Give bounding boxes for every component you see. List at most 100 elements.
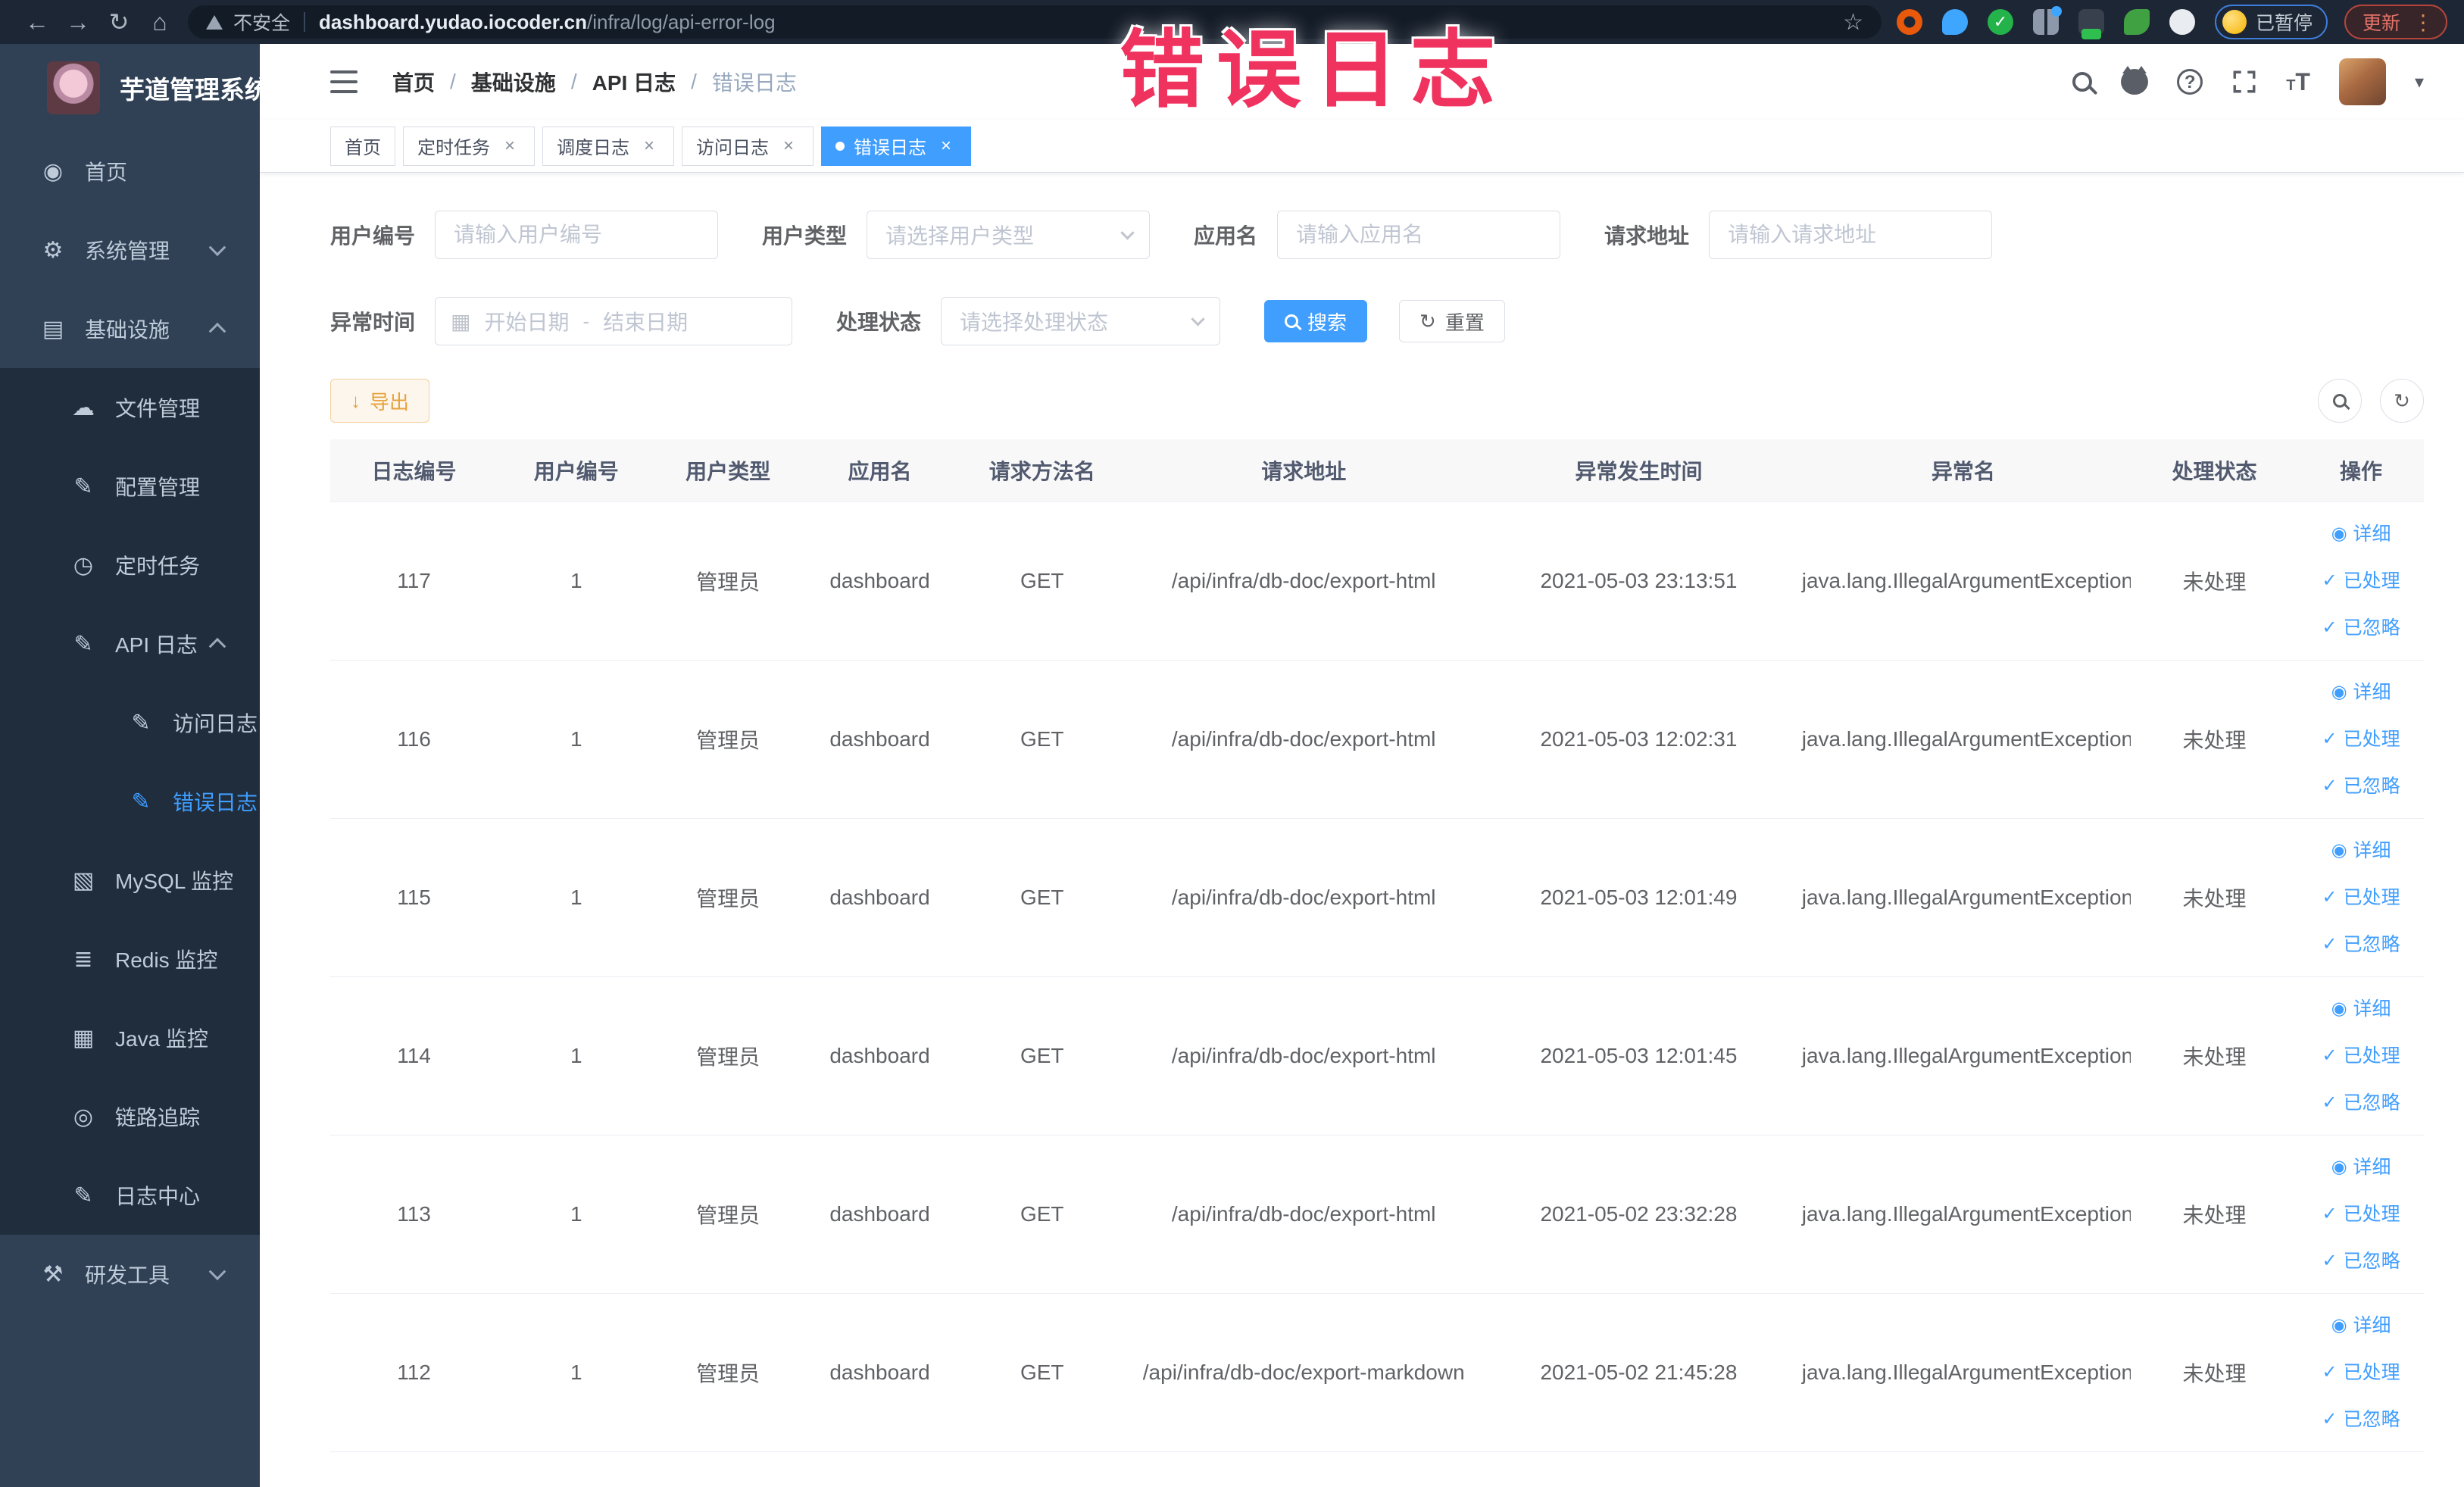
sidebar-item[interactable]: ▤ 基础设施	[0, 289, 260, 368]
tab-active[interactable]: 错误日志 ×	[821, 126, 971, 166]
extension-icon[interactable]: ✓	[1987, 9, 2013, 35]
action-link[interactable]: ✓ 已忽略	[2304, 921, 2418, 968]
sidebar-item[interactable]: ✎ 日志中心	[0, 1156, 260, 1235]
sidebar-logo[interactable]: 芋道管理系统	[0, 44, 260, 132]
date-range-picker[interactable]: ▦ 开始日期 - 结束日期	[435, 297, 793, 345]
extension-icon[interactable]	[2123, 9, 2150, 35]
action-link[interactable]: ✓ 已处理	[2304, 1349, 2418, 1396]
profile-paused-badge[interactable]: 已暂停	[2214, 5, 2328, 39]
action-link[interactable]: ✓ 已忽略	[2304, 1238, 2418, 1285]
tab-item[interactable]: 调度日志 ×	[542, 126, 674, 166]
action-label: 已忽略	[2343, 1092, 2400, 1114]
refresh-table-button[interactable]: ↻	[2380, 379, 2424, 423]
browser-menu-icon[interactable]: ⋮	[2412, 10, 2434, 35]
sidebar-item[interactable]: ⚒ 研发工具	[0, 1235, 260, 1314]
sidebar-item[interactable]: ◎ 链路追踪	[0, 1077, 260, 1156]
search-icon[interactable]	[2072, 72, 2093, 92]
filter-row: 用户编号 用户类型 请选择用户类型 应用名 请求地址	[330, 211, 2424, 259]
sidebar-item[interactable]: ▧ MySQL 监控	[0, 841, 260, 920]
fullscreen-icon[interactable]	[2231, 69, 2257, 95]
action-link[interactable]: ✓ 已处理	[2304, 874, 2418, 921]
extension-icon[interactable]	[1896, 9, 1922, 35]
action-link[interactable]: ◉ 详细	[2304, 1144, 2418, 1191]
action-link[interactable]: ◉ 详细	[2304, 669, 2418, 716]
extensions-puzzle-icon[interactable]	[2169, 9, 2195, 35]
sidebar-item-label: 首页	[85, 161, 128, 184]
sidebar-item[interactable]: ◉ 首页	[0, 132, 260, 211]
back-icon[interactable]: ←	[17, 8, 58, 36]
download-icon: ↓	[351, 389, 361, 412]
extension-icon[interactable]	[2078, 9, 2104, 39]
help-icon[interactable]: ?	[2177, 69, 2203, 95]
paused-label: 已暂停	[2255, 13, 2313, 34]
cell-user-id: 1	[498, 976, 655, 1136]
search-button[interactable]: 搜索	[1264, 300, 1368, 342]
github-icon[interactable]	[2121, 66, 2149, 95]
bookmark-star-icon[interactable]: ☆	[1843, 9, 1863, 36]
user-type-select[interactable]: 请选择用户类型	[867, 211, 1151, 259]
sidebar-item[interactable]: ≣ Redis 监控	[0, 920, 260, 998]
tab-item[interactable]: 定时任务 ×	[403, 126, 535, 166]
action-link[interactable]: ✓ 已处理	[2304, 1191, 2418, 1238]
app-name-input[interactable]	[1277, 211, 1561, 259]
check-icon: ✓	[2322, 1092, 2338, 1113]
home-icon[interactable]: ⌂	[139, 8, 180, 36]
tab-item[interactable]: 首页	[330, 126, 395, 166]
close-icon[interactable]: ×	[499, 136, 520, 157]
cell-app: dashboard	[801, 1293, 959, 1452]
tab-item[interactable]: 访问日志 ×	[682, 126, 814, 166]
reload-icon[interactable]: ↻	[98, 8, 139, 36]
extension-icon[interactable]	[1941, 9, 1968, 35]
action-link[interactable]: ✓ 已处理	[2304, 1032, 2418, 1079]
action-link[interactable]: ✓ 已处理	[2304, 716, 2418, 763]
check-icon: ✓	[2322, 933, 2338, 954]
action-link[interactable]: ✓ 已忽略	[2304, 1079, 2418, 1126]
process-status-select[interactable]: 请选择处理状态	[941, 297, 1221, 345]
sidebar-item[interactable]: ✎ API 日志	[0, 604, 260, 683]
action-link[interactable]: ✓ 已忽略	[2304, 1396, 2418, 1443]
breadcrumb-item[interactable]: 首页	[392, 67, 435, 97]
user-id-input[interactable]	[435, 211, 719, 259]
monitor-icon: ▤	[42, 316, 64, 342]
action-link[interactable]: ✓ 已处理	[2304, 558, 2418, 604]
sidebar-item[interactable]: ☁ 文件管理	[0, 368, 260, 447]
browser-update-button[interactable]: 更新 ⋮	[2344, 5, 2447, 39]
breadcrumb-item[interactable]: 基础设施	[471, 67, 556, 97]
close-icon[interactable]: ×	[639, 136, 660, 157]
sidebar-item[interactable]: ⚙ 系统管理	[0, 211, 260, 289]
avatar[interactable]	[2338, 58, 2386, 105]
export-button[interactable]: ↓ 导出	[330, 379, 430, 423]
caret-down-icon[interactable]: ▾	[2415, 71, 2424, 93]
column-header: 处理状态	[2130, 439, 2299, 502]
breadcrumb-item[interactable]: API 日志	[592, 67, 676, 97]
tags-view-bar: 首页 定时任务 × 调度日志 × 访问日志 × 错误日志 ×	[260, 120, 2464, 173]
close-icon[interactable]: ×	[778, 136, 799, 157]
request-url-input[interactable]	[1709, 211, 1993, 259]
security-label[interactable]: 不安全	[233, 8, 290, 36]
action-link[interactable]: ✓ 已忽略	[2304, 604, 2418, 651]
hamburger-icon[interactable]	[330, 70, 358, 93]
cell-user-id: 1	[498, 1135, 655, 1294]
sidebar-item[interactable]: ✎ 访问日志	[0, 683, 260, 762]
sidebar-item[interactable]: ▦ Java 监控	[0, 998, 260, 1077]
action-link[interactable]: ◉ 详细	[2304, 1302, 2418, 1349]
sidebar-item[interactable]: ◷ 定时任务	[0, 526, 260, 604]
close-icon[interactable]: ×	[935, 136, 957, 157]
action-link[interactable]: ✓ 已忽略	[2304, 763, 2418, 810]
tools-icon: ⚒	[42, 1261, 64, 1287]
address-bar[interactable]: 不安全 dashboard.yudao.iocoder.cn/infra/log…	[188, 5, 1882, 39]
cell-app: dashboard	[801, 660, 959, 819]
action-link[interactable]: ◉ 详细	[2304, 986, 2418, 1032]
sidebar-item[interactable]: ✎ 配置管理	[0, 447, 260, 526]
cell-actions: ◉ 详细 ✓ 已处理 ✓ 已忽略	[2298, 976, 2424, 1136]
toggle-search-button[interactable]	[2318, 379, 2362, 423]
reset-button[interactable]: ↻ 重置	[1399, 300, 1505, 342]
action-link[interactable]: ◉ 详细	[2304, 511, 2418, 558]
action-link[interactable]: ◉ 详细	[2304, 827, 2418, 874]
url-text[interactable]: dashboard.yudao.iocoder.cn/infra/log/api…	[319, 11, 1843, 34]
sidebar-item[interactable]: ✎ 错误日志	[0, 762, 260, 841]
action-label: 已处理	[2343, 1045, 2400, 1067]
text-size-icon[interactable]: TT	[2286, 68, 2310, 96]
forward-icon[interactable]: →	[58, 8, 98, 36]
extension-icon[interactable]	[2032, 6, 2062, 35]
